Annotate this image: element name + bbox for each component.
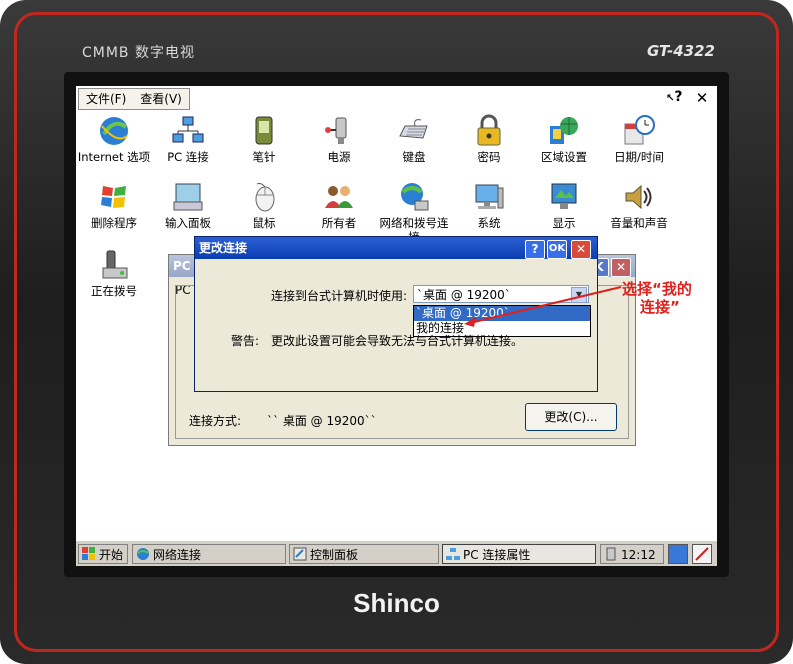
menubar: 文件(F) 查看(V) ↖? ✕: [76, 86, 717, 110]
cp-item-volume-sound[interactable]: 音量和声音: [601, 180, 677, 230]
cp-item-label: 显示: [552, 216, 576, 230]
connect-method-label: 连接方式:: [189, 414, 242, 428]
owner-icon: [322, 180, 356, 214]
volume-sound-icon: [622, 180, 656, 214]
stylus-icon: [247, 114, 281, 148]
cp-item-input-panel[interactable]: 输入面板: [150, 180, 226, 230]
start-label: 开始: [99, 548, 124, 562]
annotation-line2: 连接”: [640, 298, 680, 316]
cp-item-keyboard[interactable]: 键盘: [376, 114, 452, 164]
task-network-connections[interactable]: 网络连接: [132, 544, 286, 564]
cp-item-label: 鼠标: [252, 216, 276, 230]
mouse-icon: [247, 180, 281, 214]
brand-top-label: CMMB 数字电视: [82, 45, 195, 61]
tray-device-icon: [606, 547, 616, 561]
cp-item-label: 笔针: [252, 150, 276, 164]
cp-item-label: 正在拨号: [91, 284, 137, 298]
remove-programs-icon: [97, 180, 131, 214]
connect-using-label: 连接到台式计算机时使用:: [271, 289, 408, 303]
dialog-titlebar: 更改连接 ? OK ✕: [195, 237, 597, 259]
dialing-icon: [97, 248, 131, 282]
connect-method-value: `` 桌面 @ 19200``: [267, 414, 377, 428]
windows-logo-icon: [82, 547, 95, 560]
cp-item-regional[interactable]: 区域设置: [526, 114, 602, 164]
cp-item-label: 系统: [477, 216, 501, 230]
date-time-icon: [622, 114, 656, 148]
help-button[interactable]: ?: [525, 240, 545, 259]
display-icon: [547, 180, 581, 214]
cp-item-label: 输入面板: [165, 216, 211, 230]
regional-settings-icon: [547, 114, 581, 148]
window-close-button[interactable]: ✕: [692, 88, 712, 108]
ok-button[interactable]: OK: [547, 240, 567, 259]
warning-label: 警告:: [231, 334, 260, 348]
cp-item-label: 日期/时间: [614, 150, 664, 164]
task-pc-connection-properties[interactable]: PC 连接属性: [442, 544, 596, 564]
warning-text: 更改此设置可能会导致无法与台式计算机连接。: [271, 334, 524, 348]
task-label: PC 连接属性: [463, 548, 531, 562]
cp-item-label: 区域设置: [541, 150, 587, 164]
cp-item-label: 密码: [477, 150, 501, 164]
cp-item-stylus[interactable]: 笔针: [226, 114, 302, 164]
desktop-switch-icon[interactable]: [668, 544, 688, 564]
cp-item-label: 键盘: [402, 150, 426, 164]
menu-group: 文件(F) 查看(V): [78, 88, 190, 110]
cp-item-label: 音量和声音: [610, 216, 668, 230]
start-button[interactable]: 开始: [78, 544, 128, 564]
dialog-title: 更改连接: [199, 241, 248, 255]
keyboard-icon: [397, 114, 431, 148]
pc-connection-icon: [446, 548, 460, 560]
power-icon: [322, 114, 356, 148]
menu-file[interactable]: 文件(F): [79, 89, 133, 109]
task-control-panel[interactable]: 控制面板: [289, 544, 439, 564]
pc-window-title: PC: [173, 259, 191, 273]
cp-item-system[interactable]: 系统: [451, 180, 527, 230]
clock-label: 12:12: [621, 548, 656, 562]
cp-item-remove-programs[interactable]: 删除程序: [76, 180, 152, 230]
input-panel-icon: [171, 180, 205, 214]
taskbar: 开始 网络连接 控制面板 PC 连接属性 12:12: [76, 540, 717, 566]
cp-item-label: Internet 选项: [77, 150, 151, 164]
cp-item-owner[interactable]: 所有者: [301, 180, 377, 230]
pc-connection-icon: [171, 114, 205, 148]
device-frame: CMMB 数字电视 GT-4322 Shinco 文件(F) 查看(V) ↖? …: [0, 0, 793, 664]
menu-view[interactable]: 查看(V): [133, 89, 189, 109]
cp-item-dialing[interactable]: 正在拨号: [76, 248, 152, 298]
whats-this-help-icon[interactable]: ↖?: [666, 89, 683, 105]
control-panel-icon: [293, 547, 307, 561]
input-panel-toggle-icon[interactable]: [692, 544, 712, 564]
task-label: 控制面板: [310, 548, 359, 562]
task-label: 网络连接: [153, 548, 202, 562]
cp-item-label: 所有者: [321, 216, 357, 230]
clock-tray[interactable]: 12:12: [600, 544, 664, 564]
cp-item-label: PC 连接: [167, 150, 209, 164]
model-label: GT-4322: [646, 42, 715, 60]
brand-bottom-logo: Shinco: [353, 588, 440, 618]
cp-item-pc-connection[interactable]: PC 连接: [150, 114, 226, 164]
cp-item-network-dialup[interactable]: 网络和拨号连接: [376, 180, 452, 244]
annotation-text: 选择“我的 连接”: [622, 280, 692, 316]
cp-item-password[interactable]: 密码: [451, 114, 527, 164]
screen: 文件(F) 查看(V) ↖? ✕ Internet 选项 PC 连接 笔针 电源…: [76, 86, 717, 566]
annotation-arrow: [464, 286, 622, 327]
cp-item-power[interactable]: 电源: [301, 114, 377, 164]
cp-item-internet-options[interactable]: Internet 选项: [76, 114, 152, 164]
change-connection-button[interactable]: 更改(C)...: [525, 403, 617, 431]
cp-item-label: 电源: [327, 150, 351, 164]
internet-options-icon: [97, 114, 131, 148]
password-icon: [472, 114, 506, 148]
annotation-line1: 选择“我的: [622, 280, 692, 298]
cp-item-mouse[interactable]: 鼠标: [226, 180, 302, 230]
system-icon: [472, 180, 506, 214]
dialog-close-button[interactable]: ✕: [571, 240, 591, 259]
cp-item-date-time[interactable]: 日期/时间: [601, 114, 677, 164]
cp-item-display[interactable]: 显示: [526, 180, 602, 230]
network-icon: [137, 548, 149, 560]
close-icon[interactable]: ✕: [611, 258, 631, 277]
cp-item-label: 删除程序: [91, 216, 137, 230]
network-dialup-icon: [397, 180, 431, 214]
